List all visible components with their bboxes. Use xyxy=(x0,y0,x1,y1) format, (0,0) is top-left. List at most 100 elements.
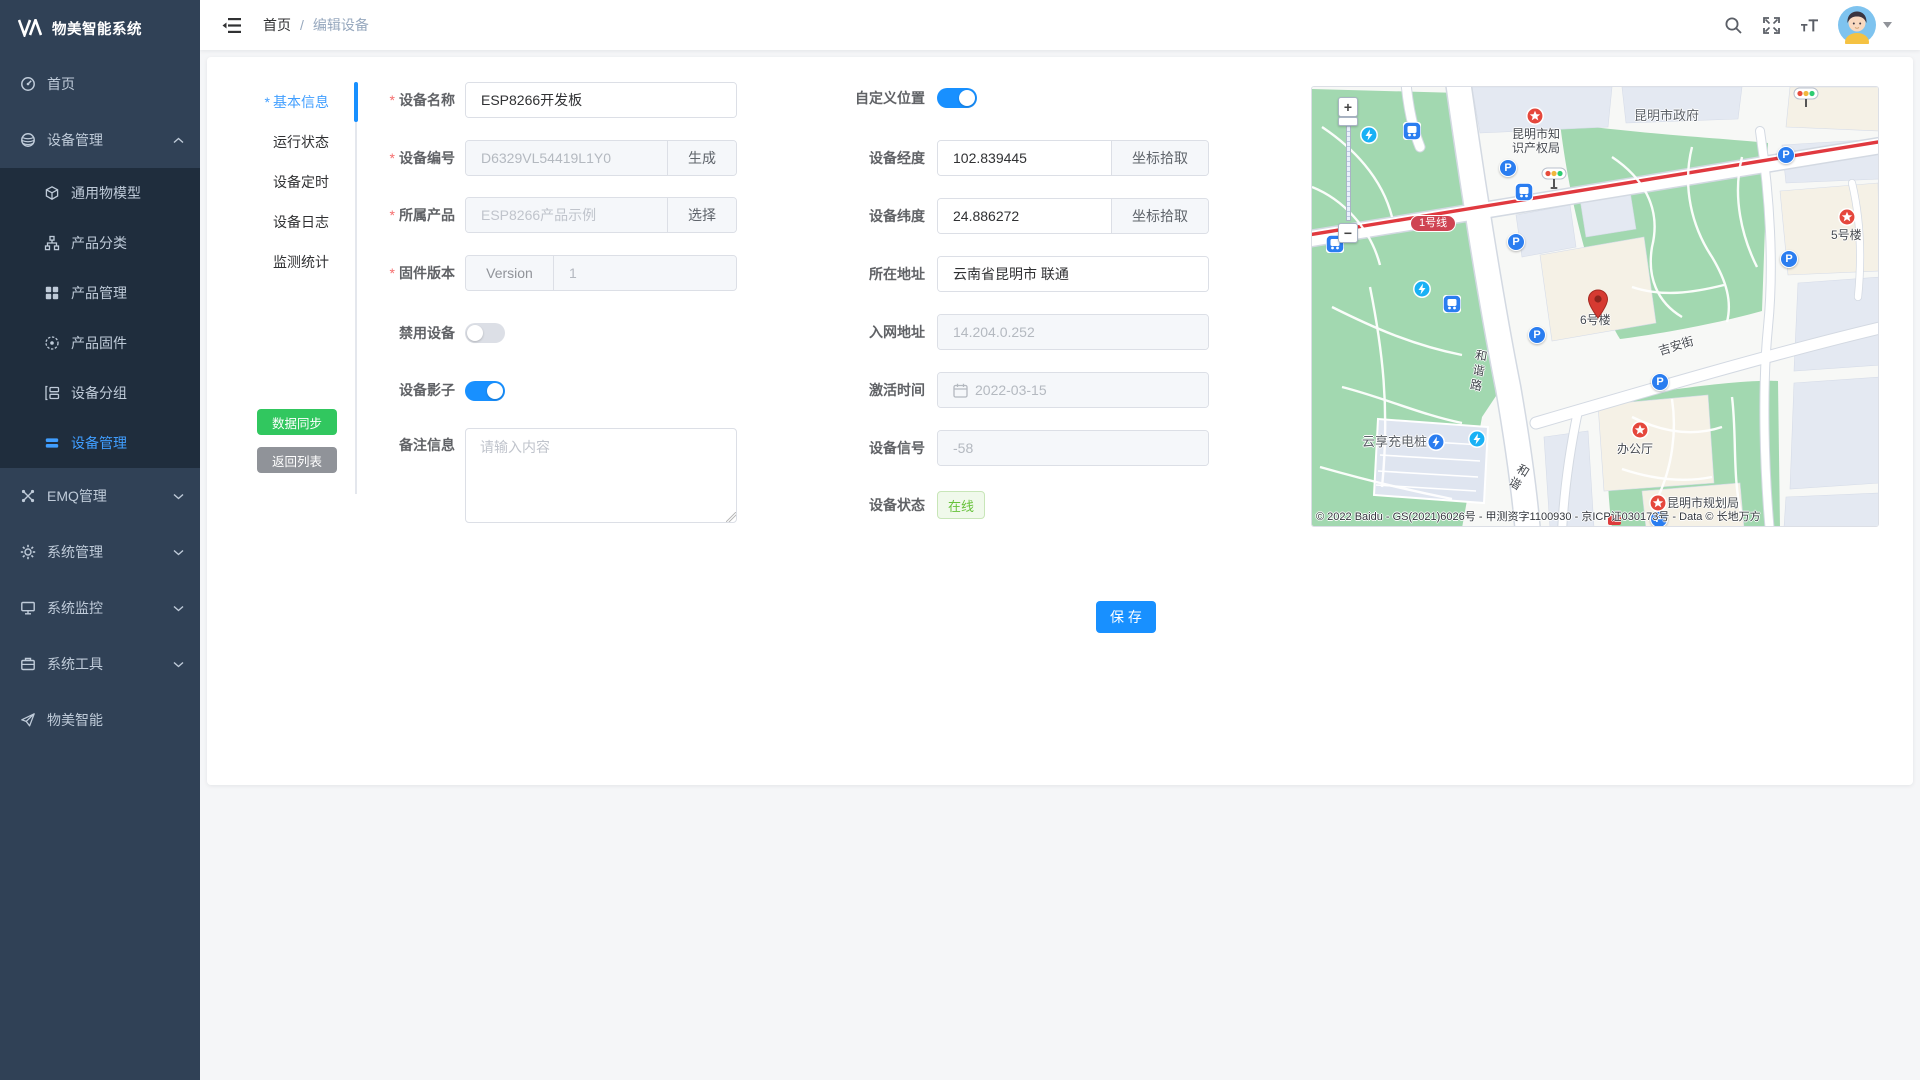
generate-button[interactable]: 生成 xyxy=(667,141,736,175)
avatar xyxy=(1838,6,1876,44)
logo[interactable]: 物美智能系统 xyxy=(0,0,200,56)
top-navbar: 首页 / 编辑设备 xyxy=(200,0,1920,50)
custom-location-toggle[interactable] xyxy=(937,88,977,108)
sidebar-item-system-tools[interactable]: 系统工具 xyxy=(0,636,200,692)
sidebar-item-product-firmware[interactable]: 产品固件 xyxy=(0,318,200,368)
fullscreen-icon[interactable] xyxy=(1762,16,1781,35)
firmware-icon xyxy=(44,335,60,351)
poi-star-icon xyxy=(1631,421,1649,439)
product-input: ESP8266产品示例 选择 xyxy=(465,197,737,233)
map-attribution: © 2022 Baidu - GS(2021)6026号 - 甲测资字11009… xyxy=(1316,508,1761,524)
sidebar-item-wumei[interactable]: 物美智能 xyxy=(0,692,200,748)
map-label-government: 昆明市政府 xyxy=(1634,105,1699,124)
sidebar-item-thing-model[interactable]: 通用物模型 xyxy=(0,168,200,218)
map-label-ipo: 昆明市知 识产权局 xyxy=(1506,127,1566,155)
sidebar-item-system-monitor[interactable]: 系统监控 xyxy=(0,580,200,636)
sidebar-item-system-management[interactable]: 系统管理 xyxy=(0,524,200,580)
device-location-pin xyxy=(1587,289,1609,319)
sidebar-item-product-category[interactable]: 产品分类 xyxy=(0,218,200,268)
group-list-icon xyxy=(44,385,60,401)
chevron-down-icon xyxy=(173,605,184,612)
parking-icon: P xyxy=(1777,146,1795,164)
tab-device-timer[interactable]: 设备定时 xyxy=(241,162,346,202)
device-name-input[interactable]: ESP8266开发板 xyxy=(465,82,737,118)
remark-textarea[interactable]: 请输入内容 xyxy=(465,428,737,523)
sidebar-item-home[interactable]: 首页 xyxy=(0,56,200,112)
calendar-icon xyxy=(953,383,968,398)
sidebar-collapse-icon[interactable] xyxy=(222,17,241,34)
sidebar-item-product-management[interactable]: 产品管理 xyxy=(0,268,200,318)
pick-longitude-button[interactable]: 坐标拾取 xyxy=(1111,141,1208,175)
disable-device-toggle[interactable] xyxy=(465,323,505,343)
tab-device-log[interactable]: 设备日志 xyxy=(241,202,346,242)
sitemap-icon xyxy=(44,235,60,251)
device-name-label: *设备名称 xyxy=(335,82,455,118)
longitude-input[interactable]: 102.839445 坐标拾取 xyxy=(937,140,1209,176)
breadcrumb-current: 编辑设备 xyxy=(313,15,369,35)
tab-basic-info[interactable]: *基本信息 xyxy=(241,82,346,122)
baidu-map[interactable]: + − P P P P P P P xyxy=(1311,86,1879,527)
device-list-icon xyxy=(44,435,60,451)
map-label-metro-line1: 1号线 xyxy=(1410,215,1456,232)
tab-required-mark: * xyxy=(265,94,270,110)
active-time-label: 激活时间 xyxy=(795,372,925,408)
sidebar-item-device-group[interactable]: 设备分组 xyxy=(0,368,200,418)
chevron-down-icon xyxy=(173,661,184,668)
device-shadow-toggle[interactable] xyxy=(465,381,505,401)
remark-label: 备注信息 xyxy=(335,435,455,455)
address-input[interactable]: 云南省昆明市 联通 xyxy=(937,256,1209,292)
font-size-icon[interactable] xyxy=(1800,16,1819,35)
charging-station-icon xyxy=(1427,433,1445,451)
sidebar-item-emq[interactable]: EMQ管理 xyxy=(0,468,200,524)
breadcrumb-home[interactable]: 首页 xyxy=(263,15,291,35)
longitude-label: 设备经度 xyxy=(795,140,925,176)
parking-icon: P xyxy=(1499,159,1517,177)
map-zoom-track[interactable] xyxy=(1346,121,1351,221)
caret-down-icon xyxy=(1883,22,1892,28)
chevron-down-icon xyxy=(173,493,184,500)
charging-station-icon xyxy=(1468,430,1486,448)
chevron-up-icon xyxy=(173,137,184,144)
logo-icon xyxy=(18,19,42,37)
data-sync-button[interactable]: 数据同步 xyxy=(257,409,337,435)
pick-latitude-button[interactable]: 坐标拾取 xyxy=(1111,199,1208,233)
ip-input: 14.204.0.252 xyxy=(937,314,1209,350)
latitude-input[interactable]: 24.886272 坐标拾取 xyxy=(937,198,1209,234)
map-zoom-in-button[interactable]: + xyxy=(1338,97,1358,117)
ip-label: 入网地址 xyxy=(795,314,925,350)
save-button[interactable]: 保 存 xyxy=(1096,601,1156,633)
device-no-label: *设备编号 xyxy=(335,140,455,176)
map-zoom-out-button[interactable]: − xyxy=(1338,223,1358,243)
bus-stop-icon xyxy=(1443,295,1461,313)
search-icon[interactable] xyxy=(1724,16,1743,35)
user-menu[interactable] xyxy=(1838,6,1892,44)
sidebar-item-device-management-sub[interactable]: 设备管理 xyxy=(0,418,200,468)
traffic-light-icon xyxy=(1793,87,1819,111)
traffic-light-icon xyxy=(1541,167,1567,191)
active-time-input: 2022-03-15 xyxy=(937,372,1209,408)
globe-layers-icon xyxy=(20,132,36,148)
parking-icon: P xyxy=(1780,250,1798,268)
breadcrumb-separator: / xyxy=(300,17,304,33)
bus-stop-icon xyxy=(1403,122,1421,140)
disable-device-label: 禁用设备 xyxy=(335,318,455,348)
breadcrumb: 首页 / 编辑设备 xyxy=(263,15,369,35)
tab-monitor-stats[interactable]: 监测统计 xyxy=(241,242,346,282)
emq-nodes-icon xyxy=(20,488,36,504)
firmware-prefix: Version xyxy=(466,256,554,290)
cube-icon xyxy=(44,185,60,201)
gear-icon xyxy=(20,544,36,560)
toolbox-icon xyxy=(20,656,36,672)
back-to-list-button[interactable]: 返回列表 xyxy=(257,447,337,473)
select-product-button[interactable]: 选择 xyxy=(667,198,736,232)
dashboard-icon xyxy=(20,76,36,92)
parking-icon: P xyxy=(1507,233,1525,251)
charging-station-icon xyxy=(1360,126,1378,144)
sidebar-item-device-management[interactable]: 设备管理 xyxy=(0,112,200,168)
charging-station-icon xyxy=(1413,280,1431,298)
sidebar: 物美智能系统 首页 设备管理 通用物模型 xyxy=(0,0,200,1080)
app-title: 物美智能系统 xyxy=(52,18,142,39)
rssi-label: 设备信号 xyxy=(795,430,925,466)
map-zoom-slider[interactable] xyxy=(1338,117,1358,126)
tab-run-status[interactable]: 运行状态 xyxy=(241,122,346,162)
